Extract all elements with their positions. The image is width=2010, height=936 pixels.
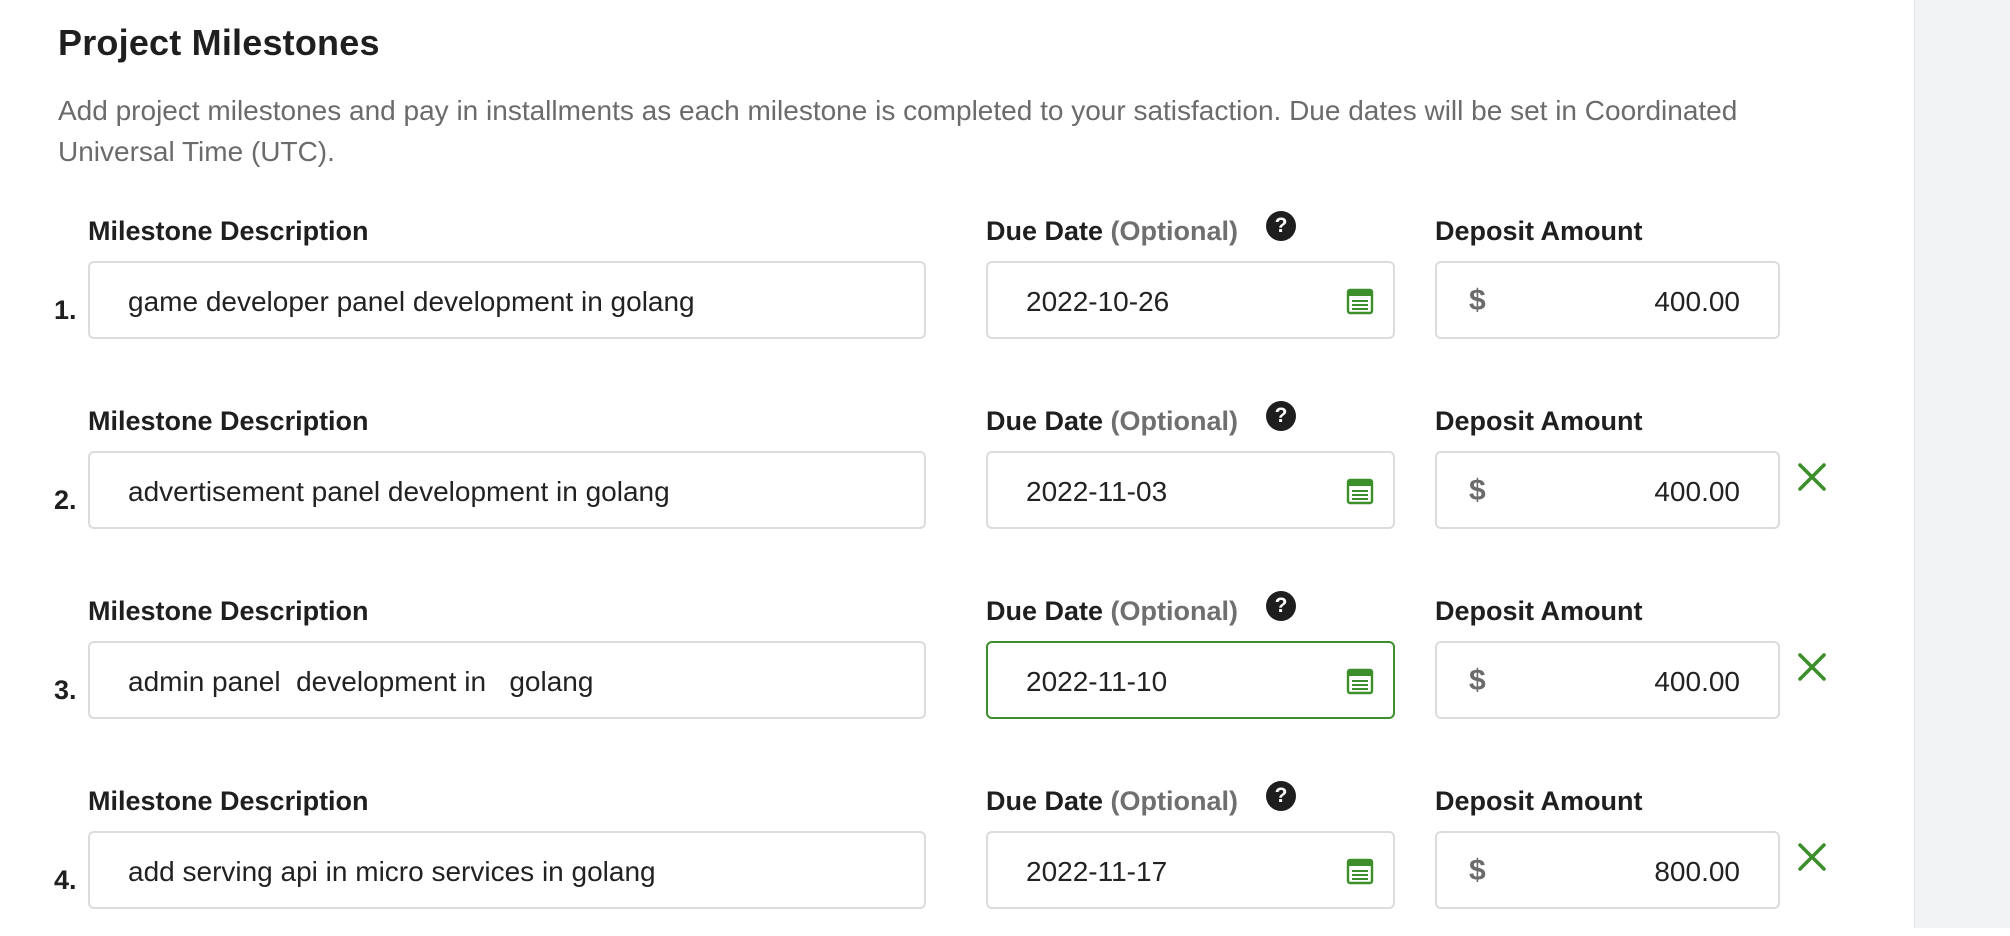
- milestone-description-label: Milestone Description: [88, 406, 369, 436]
- deposit-amount-value: 400.00: [1654, 286, 1740, 317]
- close-icon[interactable]: [1796, 461, 1828, 493]
- milestone-description-label: Milestone Description: [88, 596, 369, 626]
- milestone-row: Milestone Description Due Date (Optional…: [0, 591, 1900, 746]
- due-date-label: Due Date (Optional): [986, 596, 1239, 626]
- deposit-amount-input[interactable]: $ 400.00: [1435, 451, 1780, 529]
- currency-symbol: $: [1469, 284, 1486, 317]
- deposit-amount-input[interactable]: $ 800.00: [1435, 831, 1780, 909]
- milestone-row: Milestone Description Due Date (Optional…: [0, 781, 1900, 936]
- question-circle-icon[interactable]: ?: [1266, 781, 1296, 811]
- milestone-description-value: add serving api in micro services in gol…: [128, 856, 656, 887]
- optional-label: (Optional): [1110, 216, 1239, 246]
- due-date-label: Due Date (Optional): [986, 216, 1239, 246]
- section-description: Add project milestones and pay in instal…: [58, 95, 1738, 167]
- milestone-number: 2.: [54, 485, 77, 515]
- currency-symbol: $: [1469, 854, 1486, 887]
- milestone-description-label: Milestone Description: [88, 216, 369, 246]
- due-date-value: 2022-11-10: [1026, 666, 1168, 697]
- due-date-value: 2022-11-03: [1026, 476, 1168, 507]
- deposit-amount-label: Deposit Amount: [1435, 596, 1643, 626]
- question-circle-icon[interactable]: ?: [1266, 591, 1296, 621]
- calendar-icon[interactable]: [1346, 857, 1374, 885]
- milestone-description-value: game developer panel development in gola…: [128, 286, 695, 317]
- calendar-icon[interactable]: [1346, 477, 1374, 505]
- calendar-icon[interactable]: [1346, 667, 1374, 695]
- milestone-row: Milestone Description Due Date (Optional…: [0, 211, 1900, 366]
- optional-label: (Optional): [1110, 786, 1239, 816]
- due-date-input[interactable]: 2022-11-03: [986, 451, 1395, 529]
- currency-symbol: $: [1469, 474, 1486, 507]
- question-circle-icon[interactable]: ?: [1266, 401, 1296, 431]
- milestone-description-input[interactable]: advertisement panel development in golan…: [88, 451, 926, 529]
- milestone-description-input[interactable]: admin panel development in golang: [88, 641, 926, 719]
- optional-label: (Optional): [1110, 596, 1239, 626]
- due-date-label: Due Date (Optional): [986, 406, 1239, 436]
- deposit-amount-label: Deposit Amount: [1435, 216, 1643, 246]
- optional-label: (Optional): [1110, 406, 1239, 436]
- currency-symbol: $: [1469, 664, 1486, 697]
- deposit-amount-input[interactable]: $ 400.00: [1435, 641, 1780, 719]
- due-date-input[interactable]: 2022-11-17: [986, 831, 1395, 909]
- calendar-icon[interactable]: [1346, 287, 1374, 315]
- due-date-value: 2022-10-26: [1026, 286, 1170, 317]
- due-date-input[interactable]: 2022-11-10: [986, 641, 1395, 719]
- due-date-input[interactable]: 2022-10-26: [986, 261, 1395, 339]
- right-side-panel: [1914, 0, 2010, 928]
- question-circle-icon[interactable]: ?: [1266, 211, 1296, 241]
- deposit-amount-input[interactable]: $ 400.00: [1435, 261, 1780, 339]
- milestone-number: 3.: [54, 675, 77, 705]
- milestone-description-value: admin panel development in golang: [128, 666, 594, 697]
- milestone-row: Milestone Description Due Date (Optional…: [0, 401, 1900, 556]
- deposit-amount-value: 400.00: [1654, 476, 1740, 507]
- milestone-description-value: advertisement panel development in golan…: [128, 476, 670, 507]
- close-icon[interactable]: [1796, 651, 1828, 683]
- due-date-label: Due Date (Optional): [986, 786, 1239, 816]
- deposit-amount-label: Deposit Amount: [1435, 406, 1643, 436]
- due-date-value: 2022-11-17: [1026, 856, 1168, 887]
- milestone-description-input[interactable]: game developer panel development in gola…: [88, 261, 926, 339]
- milestone-description-input[interactable]: add serving api in micro services in gol…: [88, 831, 926, 909]
- milestone-number: 4.: [54, 865, 77, 895]
- deposit-amount-value: 800.00: [1654, 856, 1740, 887]
- section-title: Project Milestones: [58, 22, 380, 63]
- deposit-amount-value: 400.00: [1654, 666, 1740, 697]
- milestone-number: 1.: [54, 295, 77, 325]
- deposit-amount-label: Deposit Amount: [1435, 786, 1643, 816]
- close-icon[interactable]: [1796, 841, 1828, 873]
- milestone-description-label: Milestone Description: [88, 786, 369, 816]
